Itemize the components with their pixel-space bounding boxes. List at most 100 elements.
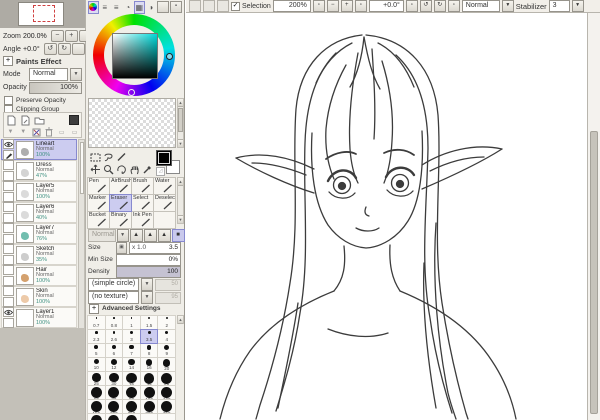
size-preset-2.6[interactable]: 2.6	[105, 329, 124, 344]
layer-visibility-eye-icon[interactable]	[3, 223, 14, 233]
brush-shape-square-button[interactable]: ■	[172, 229, 185, 242]
color-wheel-tab-icon[interactable]	[88, 1, 99, 14]
size-preset-100[interactable]: 100	[140, 385, 159, 400]
size-preset-450[interactable]: 450	[105, 413, 124, 420]
brush-blend-mode[interactable]: Normal	[88, 229, 116, 242]
canvas-rotate-ccw-button[interactable]: ↺	[420, 0, 432, 12]
delete-layer-icon[interactable]	[43, 127, 54, 138]
layer-thumbnail[interactable]	[16, 204, 34, 222]
size-preset-8[interactable]: 8	[140, 343, 159, 358]
brush-scroll-up-icon[interactable]: ▲	[178, 178, 183, 186]
layer-visibility-eye-icon[interactable]	[3, 265, 14, 275]
layer-thumbnail[interactable]	[16, 267, 34, 285]
size-preset-500[interactable]: 500	[122, 413, 141, 420]
size-preset-1[interactable]: 1	[122, 315, 141, 330]
size-preset-0.8[interactable]: 0.8	[105, 315, 124, 330]
layer-thumbnail[interactable]	[16, 141, 34, 159]
layer-row-dress[interactable]: DressNormal47%	[1, 160, 77, 181]
layer-row-layer1[interactable]: Layer1Normal100%	[1, 307, 77, 328]
size-preset-3.5[interactable]: 3.5	[140, 329, 159, 344]
mode-select[interactable]: Normal	[29, 68, 68, 81]
size-unit-button[interactable]: ▣	[116, 242, 127, 254]
color-mixer-tab-icon[interactable]: ◔	[123, 1, 134, 14]
brush-shape-hard-button[interactable]: ▲	[158, 229, 171, 242]
hue-cursor-icon[interactable]	[166, 53, 173, 60]
stabilizer-value[interactable]: 3	[549, 0, 570, 12]
brush-scroll-down-icon[interactable]: ▼	[178, 215, 183, 223]
navigator-preview[interactable]	[0, 0, 85, 28]
scratchpad-scrollbar[interactable]: ▲ ▼	[177, 98, 184, 148]
selection-checkbox[interactable]: ✓	[231, 2, 240, 11]
zoom-out-button[interactable]: −	[51, 30, 64, 42]
new-lineart-layer-icon[interactable]	[19, 115, 31, 126]
layer-thumbnail[interactable]	[16, 183, 34, 201]
layer-visibility-eye-icon[interactable]	[3, 160, 14, 170]
preserve-opacity-row[interactable]: Preserve Opacity	[4, 96, 66, 105]
size-preset-5[interactable]: 5	[87, 343, 106, 358]
transfer-down-icon[interactable]: ▼	[5, 127, 16, 138]
rotate-tool-icon[interactable]	[115, 164, 127, 175]
canvas-zoom-out-button[interactable]: −	[327, 0, 339, 12]
selection-color-icon[interactable]	[68, 115, 80, 126]
size-preset-40[interactable]: 40	[140, 371, 159, 386]
brush-marker[interactable]: Marker	[87, 194, 110, 212]
size-preset-6[interactable]: 6	[105, 343, 124, 358]
size-preset-2.3[interactable]: 2.3	[87, 329, 106, 344]
angle-reset-toolbar-button[interactable]: ▫	[406, 0, 418, 12]
swatches-tab-icon[interactable]: ▦	[134, 1, 145, 14]
advanced-settings-expander-icon[interactable]: +	[89, 304, 99, 314]
mode-dropdown-icon[interactable]: ▼	[70, 68, 82, 81]
new-layer-set-icon[interactable]	[33, 115, 45, 126]
size-preset-300[interactable]: 300	[140, 399, 159, 414]
rotate-cw-button[interactable]: ↻	[58, 43, 71, 55]
layer-thumbnail[interactable]	[16, 162, 34, 180]
layer-visibility-eye-icon[interactable]	[3, 181, 14, 191]
size-preset-10[interactable]: 10	[87, 357, 106, 372]
rect-select-icon[interactable]	[89, 152, 101, 163]
size-preset-80[interactable]: 80	[122, 385, 141, 400]
size-grid-scroll-up[interactable]: ▲	[177, 315, 184, 324]
preserve-opacity-checkbox[interactable]	[4, 96, 13, 105]
advanced-settings-row[interactable]: + Advanced Settings	[89, 304, 161, 313]
layer-visibility-eye-icon[interactable]	[3, 244, 14, 254]
brush-pen[interactable]: Pen	[87, 177, 110, 195]
hsv-slider-tab-icon[interactable]: ≡	[111, 1, 122, 14]
paints-effect-expander-icon[interactable]: +	[3, 56, 13, 66]
brush-shape-softest-button[interactable]: ▲	[130, 229, 143, 242]
layer-visibility-eye-icon[interactable]	[3, 307, 14, 317]
pen-cursor-icon[interactable]	[115, 152, 127, 163]
paint-mode-value[interactable]: Normal	[462, 0, 500, 12]
zoom-fit-button[interactable]: ▫	[313, 0, 325, 12]
layer-row-skin[interactable]: SkinNormal100%	[1, 286, 77, 307]
canvas-zoom-value[interactable]: 200%	[273, 0, 311, 12]
size-preset-60[interactable]: 60	[87, 385, 106, 400]
density-slider[interactable]: 100	[116, 266, 181, 278]
canvas-rotate-cw-button[interactable]: ↻	[434, 0, 446, 12]
angle-reset-button[interactable]	[72, 43, 85, 55]
scratchpad-scrollbar-thumb[interactable]	[178, 108, 183, 132]
layer-visibility-eye-icon[interactable]	[3, 286, 14, 296]
layer-row-lineart[interactable]: LineartNormal100%	[1, 139, 77, 160]
merge-down-icon[interactable]: ▼	[18, 127, 29, 138]
size-preset-7[interactable]: 7	[122, 343, 141, 358]
size-preset-9[interactable]: 9	[157, 343, 176, 358]
eyedropper-icon[interactable]	[141, 164, 153, 175]
layer-extra-icon-2[interactable]: ▭	[69, 127, 80, 138]
color-wheel[interactable]	[93, 14, 175, 96]
lasso-icon[interactable]	[102, 152, 114, 163]
transparent-color-swatch[interactable]: ◿	[156, 167, 165, 176]
edge-shape-dropdown-icon[interactable]: ▼	[141, 278, 153, 291]
zoom-tool-icon[interactable]	[102, 164, 114, 175]
sv-cursor-icon[interactable]	[128, 89, 135, 96]
size-preset-150[interactable]: 150	[87, 399, 106, 414]
brush-binary[interactable]: Binary	[109, 211, 132, 229]
brush-deselect[interactable]: Deselect	[153, 194, 176, 212]
brush-grid-scrollbar[interactable]: ▲ ▼	[177, 177, 184, 224]
flip-button[interactable]: ▫	[448, 0, 460, 12]
size-preset-0.7[interactable]: 0.7	[87, 315, 106, 330]
foreground-color-swatch[interactable]	[156, 150, 172, 166]
layer-thumbnail[interactable]	[16, 246, 34, 264]
size-preset-350[interactable]: 350	[157, 399, 176, 414]
saturation-value-square[interactable]	[112, 33, 158, 79]
layer-row-hair[interactable]: HairNormal100%	[1, 265, 77, 286]
